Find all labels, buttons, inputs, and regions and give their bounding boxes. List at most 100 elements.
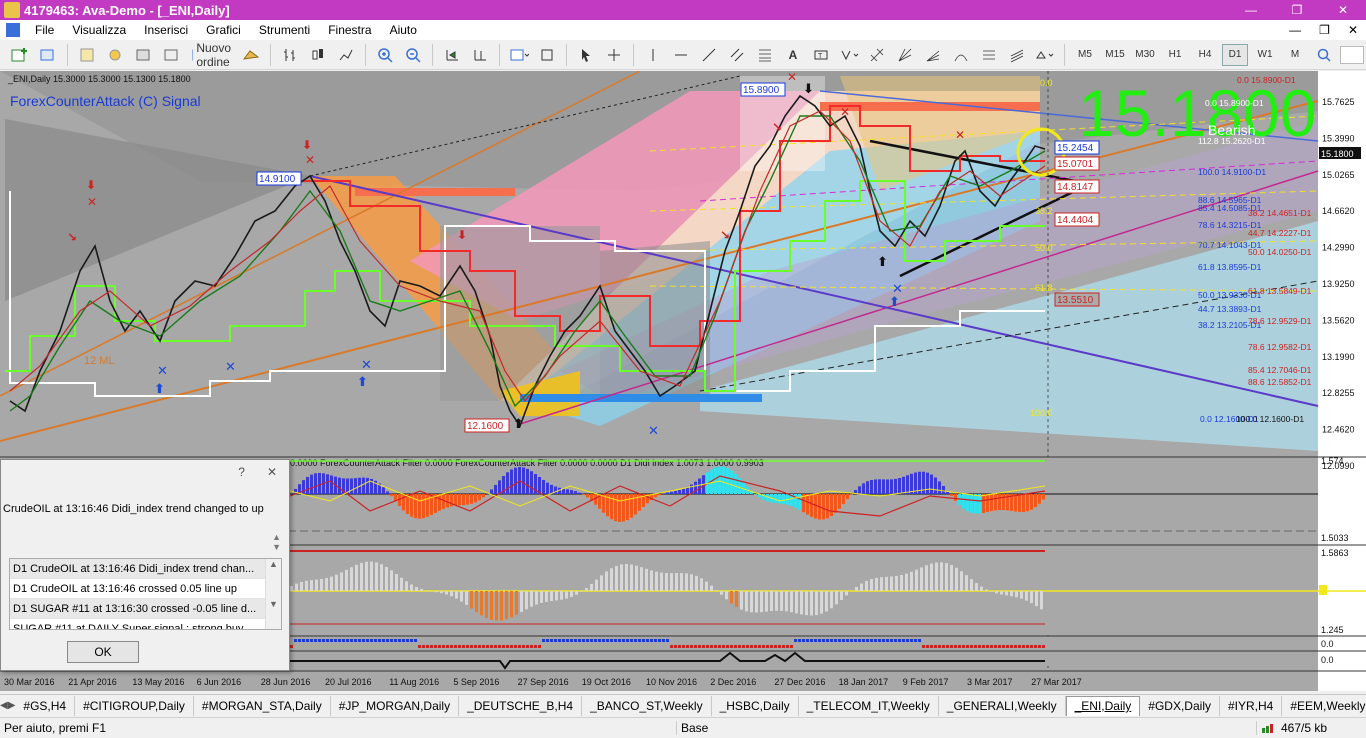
fib-arc-icon[interactable] [949, 44, 973, 66]
menu-window[interactable]: Finestra [319, 23, 380, 37]
search-field[interactable] [1340, 45, 1364, 64]
mdi-restore-button[interactable]: ❐ [1319, 23, 1330, 37]
timeframe-w1[interactable]: W1 [1252, 44, 1278, 66]
zoom-out-icon[interactable] [401, 44, 425, 66]
mdi-close-button[interactable]: ✕ [1348, 23, 1358, 37]
terminal-icon[interactable] [131, 44, 155, 66]
signal-dot [722, 645, 725, 648]
maximize-button[interactable]: ❐ [1274, 0, 1320, 20]
signal-dot [758, 645, 761, 648]
cursor-icon[interactable] [574, 44, 598, 66]
chart-tab[interactable]: #CITIGROUP,Daily [75, 695, 194, 716]
regression-icon[interactable] [1005, 44, 1029, 66]
dialog-close-button[interactable]: ✕ [267, 465, 277, 479]
menu-tools[interactable]: Strumenti [250, 23, 319, 37]
signal-dot [506, 645, 509, 648]
chart-tab[interactable]: #IYR,H4 [1220, 695, 1283, 716]
mdi-minimize-button[interactable]: — [1289, 23, 1301, 37]
chart-shift-icon[interactable] [468, 44, 492, 66]
alert-list[interactable]: D1 CrudeOIL at 13:16:46 Didi_index trend… [9, 558, 282, 630]
periods-icon[interactable] [535, 44, 559, 66]
strategy-tester-icon[interactable] [159, 44, 183, 66]
chart-tab[interactable]: _ENI,Daily [1065, 695, 1141, 716]
navigator-icon[interactable] [103, 44, 127, 66]
timeframe-h1[interactable]: H1 [1162, 44, 1188, 66]
timeframe-mn[interactable]: M [1282, 44, 1308, 66]
menu-insert[interactable]: Inserisci [135, 23, 197, 37]
volume-bar [675, 573, 678, 591]
list-item[interactable]: D1 CrudeOIL at 13:16:46 Didi_index trend… [10, 559, 281, 579]
fib-expansion-icon[interactable] [977, 44, 1001, 66]
chart-tab[interactable]: #GDX,Daily [1140, 695, 1220, 716]
list-item[interactable]: D1 CrudeOIL at 13:16:46 crossed 0.05 lin… [10, 579, 281, 599]
signal-dot [678, 645, 681, 648]
search-icon[interactable] [1312, 44, 1336, 66]
market-watch-icon[interactable] [75, 44, 99, 66]
chart-tab[interactable]: _DEUTSCHE_B,H4 [459, 695, 583, 716]
tab-scroll-right-icon[interactable]: ▶ [8, 700, 16, 711]
minimize-button[interactable]: — [1228, 0, 1274, 20]
ok-button[interactable]: OK [67, 641, 139, 663]
profiles-icon[interactable] [36, 44, 60, 66]
tab-scroll-left-icon[interactable]: ◀ [0, 700, 8, 711]
volume-bar [625, 564, 628, 591]
timeframe-m15[interactable]: M15 [1102, 44, 1128, 66]
chart-tab[interactable]: #GS,H4 [15, 695, 76, 716]
new-chart-icon[interactable] [8, 44, 32, 66]
zoom-in-icon[interactable] [373, 44, 397, 66]
help-button[interactable]: ? [238, 465, 245, 479]
chart-tab[interactable]: #JP_MORGAN,Daily [331, 695, 460, 716]
message-scroll-icon[interactable]: ▲ ▼ [272, 532, 281, 552]
text-icon[interactable]: A [781, 44, 805, 66]
pitchfork-icon[interactable] [865, 44, 889, 66]
menu-charts[interactable]: Grafici [197, 23, 250, 37]
line-chart-icon[interactable] [334, 44, 358, 66]
trendline-icon[interactable] [697, 44, 721, 66]
label-icon[interactable]: T [809, 44, 833, 66]
signal-dot [1030, 645, 1033, 648]
vertical-line-icon[interactable] [641, 44, 665, 66]
list-scrollbar[interactable]: ▲ ▼ [265, 559, 281, 629]
horizontal-line-icon[interactable] [669, 44, 693, 66]
chart-tab[interactable]: #EEM,Weekly [1282, 696, 1366, 716]
expert-advisors-icon[interactable] [239, 44, 263, 66]
arrows-icon[interactable] [837, 44, 861, 66]
volume-bar [345, 569, 348, 591]
indicators-icon[interactable] [507, 44, 531, 66]
menu-help[interactable]: Aiuto [381, 23, 426, 37]
histogram-bar [806, 494, 809, 515]
bar-chart-icon[interactable] [278, 44, 302, 66]
close-button[interactable]: ✕ [1320, 0, 1366, 20]
new-order-button[interactable]: Nuovo ordine [187, 40, 235, 69]
crosshair-icon[interactable] [602, 44, 626, 66]
signal-dot [742, 645, 745, 648]
menu-file[interactable]: File [26, 23, 63, 37]
svg-text:↘: ↘ [772, 120, 782, 134]
autoscroll-icon[interactable] [440, 44, 464, 66]
chart-tab[interactable]: _GENERALI,Weekly [939, 695, 1066, 716]
signal-dot [982, 645, 985, 648]
x-axis-label: 20 Jul 2016 [325, 677, 372, 687]
timeframe-h4[interactable]: H4 [1192, 44, 1218, 66]
volume-bar [855, 586, 858, 591]
chart-tab[interactable]: _BANCO_ST,Weekly [582, 695, 712, 716]
chart-tab[interactable]: #MORGAN_STA,Daily [194, 695, 331, 716]
new-order-label: Nuovo ordine [196, 40, 231, 69]
menu-view[interactable]: Visualizza [63, 23, 135, 37]
timeframe-d1[interactable]: D1 [1222, 43, 1248, 66]
y-axis-label: 13.9250 [1322, 279, 1355, 289]
fib-label: 0.0 15.8900-D1 [1237, 75, 1296, 85]
candlestick-icon[interactable] [306, 44, 330, 66]
gann-icon[interactable] [893, 44, 917, 66]
chart-tab[interactable]: _TELECOM_IT,Weekly [799, 695, 939, 716]
list-item[interactable]: SUGAR #11 at DAILY Super signal : strong… [10, 619, 281, 629]
fibonacci-icon[interactable] [753, 44, 777, 66]
list-item[interactable]: D1 SUGAR #11 at 13:16:30 crossed -0.05 l… [10, 599, 281, 619]
channel-icon[interactable] [725, 44, 749, 66]
volume-bar [310, 580, 313, 591]
chart-tab[interactable]: _HSBC,Daily [712, 695, 799, 716]
timeframe-m5[interactable]: M5 [1072, 44, 1098, 66]
shapes-dropdown-icon[interactable] [1033, 44, 1057, 66]
fib-fan-icon[interactable] [921, 44, 945, 66]
timeframe-m30[interactable]: M30 [1132, 44, 1158, 66]
